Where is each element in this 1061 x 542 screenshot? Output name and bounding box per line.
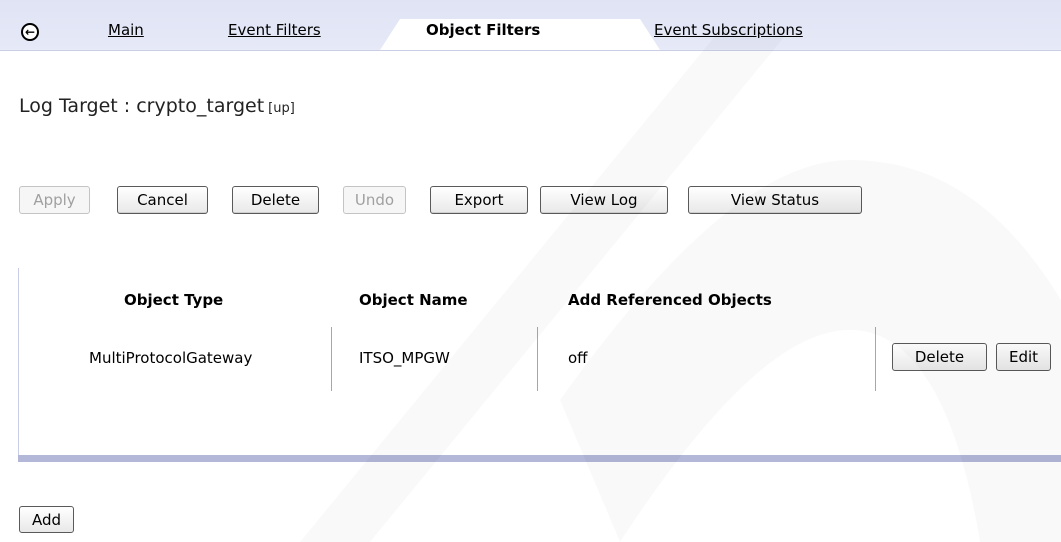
row-delete-button[interactable]: Delete <box>892 343 987 371</box>
tab-bar: ← Main Event Filters Object Filters Even… <box>0 0 1061 51</box>
cancel-button[interactable]: Cancel <box>117 186 208 214</box>
log-target-title: Log Target : crypto_target <box>19 95 265 117</box>
status-badge: [up] <box>268 101 295 116</box>
tab-event-filters[interactable]: Event Filters <box>228 21 321 39</box>
table-bottom-border <box>18 455 1061 462</box>
column-header-object-type: Object Type <box>124 291 224 309</box>
log-target-object-filters-page: ← Main Event Filters Object Filters Even… <box>0 0 1061 542</box>
cell-object-name: ITSO_MPGW <box>359 349 450 367</box>
export-button[interactable]: Export <box>430 186 528 214</box>
row-edit-button[interactable]: Edit <box>996 343 1051 371</box>
view-log-button[interactable]: View Log <box>540 186 668 214</box>
page-title: Log Target : crypto_target [up] <box>19 95 295 117</box>
back-arrow-icon[interactable]: ← <box>21 23 39 41</box>
add-button[interactable]: Add <box>19 506 74 533</box>
cell-object-type: MultiProtocolGateway <box>89 349 253 367</box>
view-status-button[interactable]: View Status <box>688 186 862 214</box>
column-header-add-referenced-objects: Add Referenced Objects <box>568 291 772 309</box>
column-divider <box>537 327 538 391</box>
column-header-object-name: Object Name <box>359 291 468 309</box>
column-divider <box>331 327 332 391</box>
cell-add-referenced-objects: off <box>568 349 588 367</box>
undo-button[interactable]: Undo <box>343 186 406 214</box>
tab-object-filters[interactable]: Object Filters <box>426 21 540 39</box>
tab-event-subscriptions[interactable]: Event Subscriptions <box>654 21 803 39</box>
delete-button[interactable]: Delete <box>232 186 319 214</box>
tab-main[interactable]: Main <box>108 21 144 39</box>
apply-button[interactable]: Apply <box>19 186 90 214</box>
column-divider <box>875 327 876 391</box>
